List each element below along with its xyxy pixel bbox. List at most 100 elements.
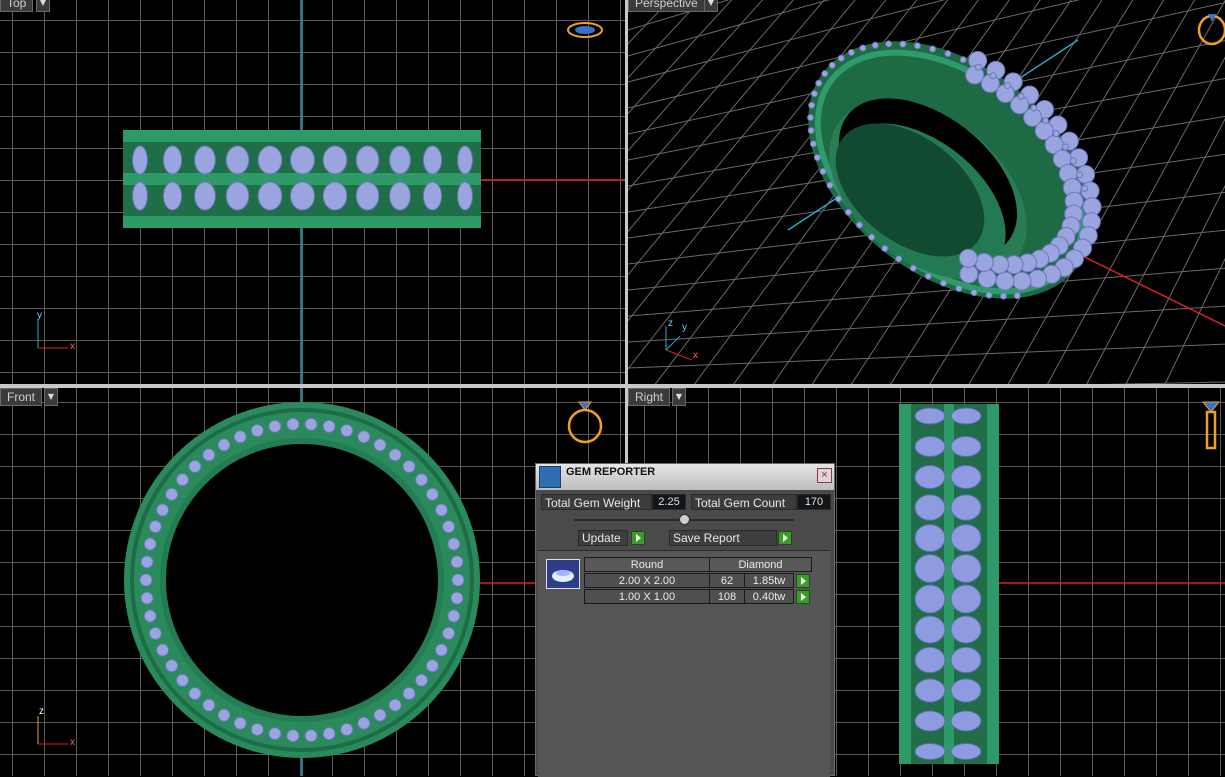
gem — [194, 145, 216, 175]
gem — [290, 145, 315, 175]
gem — [447, 609, 461, 623]
gem — [340, 722, 354, 736]
gem — [188, 686, 202, 700]
gem — [944, 50, 952, 58]
splitter-handle-icon[interactable] — [679, 514, 690, 525]
ring-orientation-icon[interactable] — [565, 16, 605, 46]
gem — [1042, 117, 1050, 125]
gem — [140, 555, 154, 569]
gem — [909, 264, 917, 272]
gem — [913, 42, 921, 50]
gem — [425, 659, 439, 673]
gem — [950, 743, 982, 760]
gem — [447, 537, 461, 551]
gem — [958, 248, 978, 268]
viewport-label-front[interactable]: Front — [0, 388, 43, 406]
gem — [855, 221, 863, 229]
gem — [355, 181, 380, 211]
gem — [457, 181, 473, 211]
ring-orientation-icon[interactable] — [1194, 6, 1225, 48]
gem-list-area[interactable]: Round Diamond 2.00 X 2.00 62 1.85tw 1.00… — [538, 550, 830, 777]
viewport-top[interactable]: Top ▼ y x — [0, 0, 625, 384]
row-select-icon[interactable] — [796, 590, 810, 604]
gem — [914, 436, 946, 457]
viewport-perspective[interactable]: Perspective ▼ z y x — [628, 0, 1225, 384]
gem — [1069, 157, 1077, 165]
gem — [156, 643, 170, 657]
gem — [143, 537, 157, 551]
gem-count: 62 — [709, 573, 745, 588]
gem — [165, 487, 179, 501]
gem — [175, 473, 189, 487]
close-icon[interactable]: × — [817, 468, 832, 483]
gem-weight: 1.85tw — [744, 573, 794, 588]
viewport-label-perspective[interactable]: Perspective — [628, 0, 705, 12]
gem — [388, 448, 402, 462]
total-gem-weight-value: 2.25 — [652, 494, 686, 510]
gem — [233, 716, 247, 730]
gem — [871, 41, 879, 49]
gem — [950, 584, 982, 614]
gem — [425, 487, 439, 501]
gem — [940, 279, 948, 287]
viewport-label-right[interactable]: Right — [628, 388, 671, 406]
gem — [217, 708, 231, 722]
viewport-label-top[interactable]: Top — [0, 0, 34, 12]
viewport-divider-horizontal[interactable] — [0, 384, 1225, 388]
gem-count: 108 — [709, 589, 745, 604]
gem — [165, 659, 179, 673]
gem — [914, 464, 946, 490]
gem — [914, 494, 946, 521]
row-select-icon[interactable] — [796, 574, 810, 588]
gem — [989, 72, 997, 80]
gem — [233, 430, 247, 444]
gem — [257, 145, 283, 175]
ring-orientation-icon[interactable] — [1198, 396, 1224, 452]
gem — [450, 591, 464, 605]
gem-reporter-panel[interactable]: GEM REPORTER × Total Gem Weight 2.25 Tot… — [535, 463, 835, 777]
chevron-down-icon[interactable]: ▼ — [672, 388, 686, 406]
update-button[interactable]: Update — [578, 530, 628, 546]
gem — [434, 643, 448, 657]
gem — [286, 729, 300, 743]
gem — [1013, 292, 1021, 300]
ring-front-view — [124, 402, 480, 758]
gem — [132, 145, 148, 175]
gem — [457, 145, 473, 175]
gem — [225, 181, 250, 211]
total-gem-count-value: 170 — [797, 494, 831, 510]
ring-top-view — [123, 130, 481, 228]
ring-orientation-icon[interactable] — [565, 396, 605, 446]
gem-weight: 0.40tw — [744, 589, 794, 604]
gem — [895, 255, 903, 263]
gem — [1052, 130, 1060, 138]
gem — [807, 126, 815, 134]
gem — [1017, 92, 1025, 100]
update-run-icon[interactable] — [631, 531, 645, 545]
gem — [815, 79, 823, 87]
gem — [140, 591, 154, 605]
gem — [950, 494, 982, 521]
gem-reporter-titlebar[interactable]: GEM REPORTER × — [536, 464, 834, 490]
axis-triad: z x — [37, 706, 75, 748]
chevron-down-icon[interactable]: ▼ — [44, 388, 58, 406]
gem — [162, 145, 183, 175]
gem — [808, 101, 816, 109]
viewport-front[interactable]: Front ▼ z x — [0, 388, 625, 776]
gem — [1003, 82, 1011, 90]
save-report-button[interactable]: Save Report — [669, 530, 777, 546]
save-report-run-icon[interactable] — [778, 531, 792, 545]
gem — [422, 145, 443, 175]
gem — [340, 424, 354, 438]
gem — [355, 145, 380, 175]
gem — [139, 573, 153, 587]
round-gem-icon[interactable] — [546, 559, 580, 589]
gem — [885, 40, 893, 48]
chevron-down-icon[interactable]: ▼ — [704, 0, 718, 12]
gem — [322, 145, 348, 175]
gem — [250, 722, 264, 736]
chevron-down-icon[interactable]: ▼ — [36, 0, 50, 12]
axis-triad: y x — [37, 310, 75, 352]
total-gem-weight-label: Total Gem Weight — [541, 494, 652, 510]
gem — [970, 289, 978, 297]
